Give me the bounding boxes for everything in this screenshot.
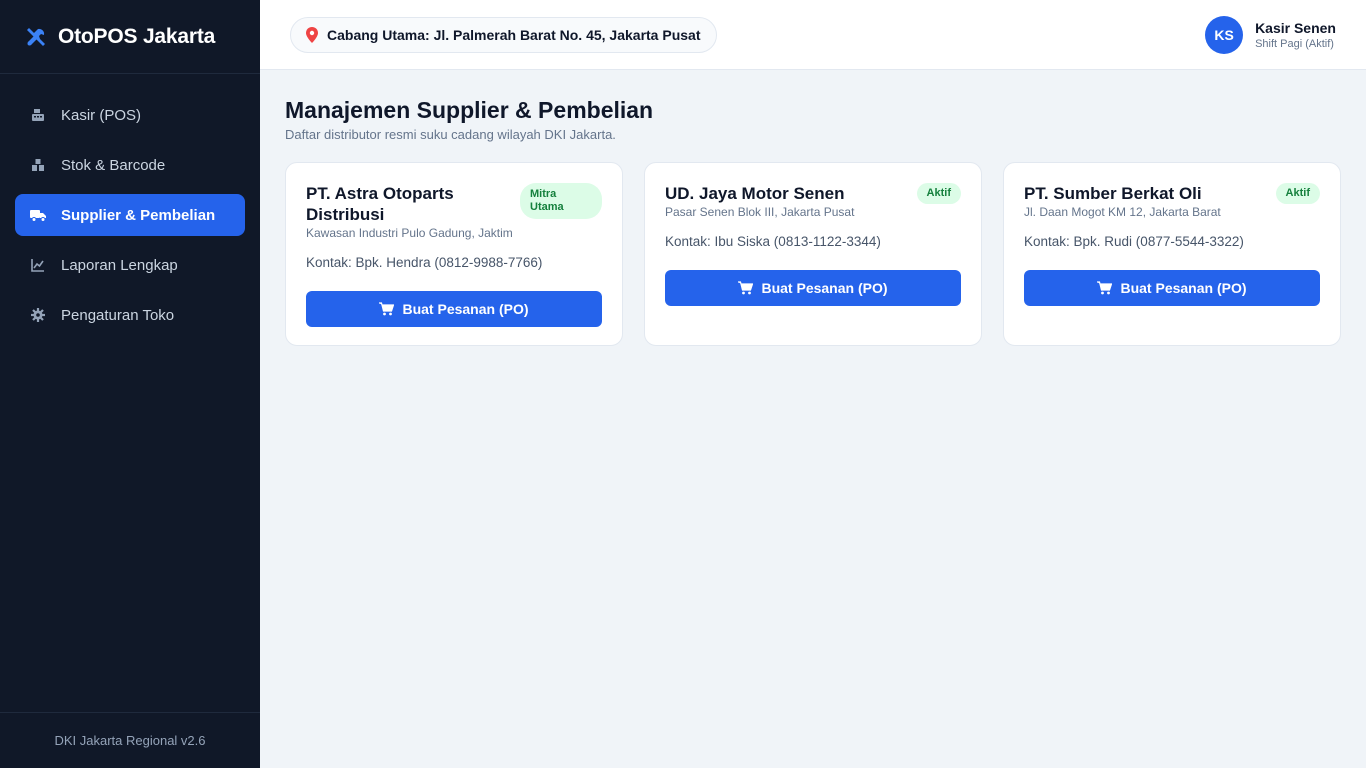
- user-name: Kasir Senen: [1255, 19, 1336, 36]
- avatar: KS: [1205, 16, 1244, 54]
- sidebar-item-label: Supplier & Pembelian: [61, 206, 216, 224]
- brand[interactable]: OtoPOS Jakarta: [0, 0, 260, 74]
- supplier-address: Jl. Daan Mogot KM 12, Jakarta Barat: [1024, 205, 1221, 219]
- supplier-contact: Kontak: Bpk. Rudi (0877-5544-3322): [1024, 234, 1244, 249]
- cart-icon: [1097, 281, 1113, 295]
- cart-icon: [379, 302, 395, 316]
- create-po-label: Buat Pesanan (PO): [1120, 280, 1247, 296]
- supplier-contact: Kontak: Ibu Siska (0813-1122-3344): [665, 234, 881, 249]
- chart-line-icon: [29, 256, 47, 274]
- tools-icon: [27, 27, 45, 46]
- create-po-button[interactable]: Buat Pesanan (PO): [665, 270, 961, 306]
- sidebar-item-laporan[interactable]: Laporan Lengkap: [15, 244, 245, 286]
- supplier-address: Pasar Senen Blok III, Jakarta Pusat: [665, 205, 855, 219]
- user-menu[interactable]: KS Kasir Senen Shift Pagi (Aktif): [1205, 16, 1336, 54]
- cash-register-icon: [29, 106, 47, 124]
- supplier-address: Kawasan Industri Pulo Gadung, Jaktim: [306, 226, 513, 240]
- gear-icon: [29, 306, 47, 324]
- status-badge: Aktif: [916, 183, 961, 204]
- boxes-icon: [29, 156, 47, 174]
- truck-icon: [29, 206, 47, 224]
- supplier-name: PT. Astra Otoparts Distribusi: [306, 184, 454, 224]
- sidebar-item-label: Pengaturan Toko: [61, 306, 175, 324]
- create-po-label: Buat Pesanan (PO): [402, 301, 529, 317]
- user-shift: Shift Pagi (Aktif): [1255, 37, 1334, 50]
- version-label: DKI Jakarta Regional v2.6: [0, 712, 260, 768]
- supplier-name: PT. Sumber Berkat Oli: [1024, 184, 1202, 203]
- branch-selector[interactable]: Cabang Utama: Jl. Palmerah Barat No. 45,…: [290, 17, 718, 53]
- page-title: Manajemen Supplier & Pembelian: [285, 97, 654, 123]
- status-badge: Aktif: [1275, 183, 1320, 204]
- supplier-card: PT. Sumber Berkat Oli Aktif Jl. Daan Mog…: [1003, 162, 1341, 346]
- page-subtitle: Daftar distributor resmi suku cadang wil…: [285, 127, 616, 142]
- top-header: Cabang Utama: Jl. Palmerah Barat No. 45,…: [260, 0, 1366, 70]
- app-name: OtoPOS Jakarta: [58, 24, 216, 48]
- sidebar-item-label: Laporan Lengkap: [61, 256, 178, 274]
- status-badge: Mitra Utama: [520, 183, 602, 219]
- sidebar: OtoPOS Jakarta Kasir (POS) Stok & Barcod…: [0, 0, 260, 768]
- create-po-label: Buat Pesanan (PO): [761, 280, 888, 296]
- supplier-card: UD. Jaya Motor Senen Aktif Pasar Senen B…: [644, 162, 982, 346]
- create-po-button[interactable]: Buat Pesanan (PO): [306, 291, 602, 327]
- supplier-list: PT. Astra Otoparts Distribusi Mitra Utam…: [285, 162, 1341, 346]
- sidebar-item-pengaturan[interactable]: Pengaturan Toko: [15, 294, 245, 336]
- sidebar-item-kasir[interactable]: Kasir (POS): [15, 94, 245, 136]
- sidebar-nav: Kasir (POS) Stok & Barcode Supplier & Pe…: [0, 74, 260, 336]
- supplier-contact: Kontak: Bpk. Hendra (0812-9988-7766): [306, 255, 543, 270]
- supplier-card: PT. Astra Otoparts Distribusi Mitra Utam…: [285, 162, 623, 346]
- create-po-button[interactable]: Buat Pesanan (PO): [1024, 270, 1320, 306]
- map-pin-icon: [306, 27, 318, 43]
- sidebar-item-supplier[interactable]: Supplier & Pembelian: [15, 194, 245, 236]
- branch-label: Cabang Utama: Jl. Palmerah Barat No. 45,…: [327, 27, 701, 43]
- supplier-name: UD. Jaya Motor Senen: [665, 184, 845, 203]
- main-content: Manajemen Supplier & Pembelian Daftar di…: [285, 96, 1341, 346]
- sidebar-item-stok[interactable]: Stok & Barcode: [15, 144, 245, 186]
- sidebar-item-label: Stok & Barcode: [61, 156, 166, 174]
- cart-icon: [738, 281, 754, 295]
- sidebar-item-label: Kasir (POS): [61, 106, 142, 124]
